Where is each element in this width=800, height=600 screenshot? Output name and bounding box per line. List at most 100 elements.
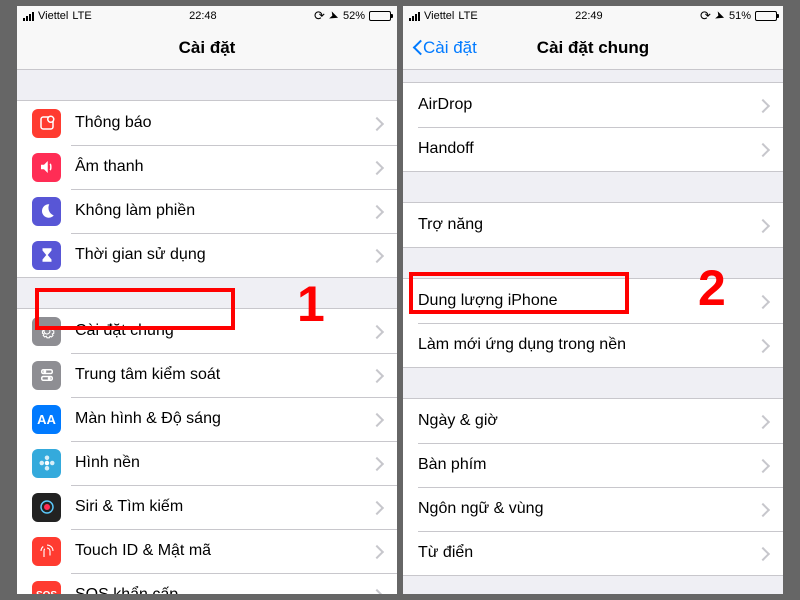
back-label: Cài đặt (423, 38, 477, 58)
fingerprint-icon (32, 537, 61, 566)
row-display[interactable]: AA Màn hình & Độ sáng (17, 397, 397, 441)
phone-left: Viettel LTE 22:48 ⟳ ➤ 52% Cài đặt Thông … (17, 6, 397, 594)
row-label: Ngôn ngữ & vùng (418, 500, 760, 518)
sound-icon (32, 153, 61, 182)
carrier-label: Viettel (38, 10, 68, 22)
chevron-right-icon (760, 143, 768, 156)
status-bar: Viettel LTE 22:49 ⟳ ➤ 51% (403, 6, 783, 26)
row-date-time[interactable]: Ngày & giờ (403, 399, 783, 443)
composite-frame: Viettel LTE 22:48 ⟳ ➤ 52% Cài đặt Thông … (0, 0, 800, 600)
row-iphone-storage[interactable]: Dung lượng iPhone (403, 279, 783, 323)
orientation-lock-icon: ⟳ (700, 8, 711, 24)
row-label: Touch ID & Mật mã (75, 542, 374, 560)
row-label: Từ điển (418, 544, 760, 562)
row-general[interactable]: Cài đặt chung (17, 309, 397, 353)
location-icon: ➤ (713, 8, 727, 25)
general-group-1: AirDrop Handoff (403, 82, 783, 172)
orientation-lock-icon: ⟳ (314, 8, 325, 24)
row-wallpaper[interactable]: Hình nền (17, 441, 397, 485)
row-label: SOS khẩn cấp (75, 586, 374, 594)
signal-icon (409, 11, 420, 21)
general-group-4: Ngày & giờ Bàn phím Ngôn ngữ & vùng Từ đ… (403, 398, 783, 576)
chevron-right-icon (374, 589, 382, 595)
hourglass-icon (32, 241, 61, 270)
row-label: Âm thanh (75, 158, 374, 176)
row-keyboard[interactable]: Bàn phím (403, 443, 783, 487)
row-label: Siri & Tìm kiếm (75, 498, 374, 516)
back-button[interactable]: Cài đặt (411, 38, 477, 58)
chevron-right-icon (374, 369, 382, 382)
network-label: LTE (72, 10, 91, 22)
row-label: Cài đặt chung (75, 322, 374, 340)
battery-icon (755, 11, 777, 21)
chevron-right-icon (374, 545, 382, 558)
page-title: Cài đặt chung (537, 38, 649, 58)
location-icon: ➤ (327, 8, 341, 25)
nav-header: Cài đặt Cài đặt chung (403, 26, 783, 70)
status-bar: Viettel LTE 22:48 ⟳ ➤ 52% (17, 6, 397, 26)
step-number-2: 2 (698, 259, 726, 317)
general-group-2: Trợ năng (403, 202, 783, 248)
row-accessibility[interactable]: Trợ năng (403, 203, 783, 247)
chevron-right-icon (374, 249, 382, 262)
row-siri[interactable]: Siri & Tìm kiếm (17, 485, 397, 529)
chevron-right-icon (760, 415, 768, 428)
row-label: Không làm phiền (75, 202, 374, 220)
row-airdrop[interactable]: AirDrop (403, 83, 783, 127)
row-label: Hình nền (75, 454, 374, 472)
signal-icon (23, 11, 34, 21)
chevron-right-icon (374, 205, 382, 218)
row-screentime[interactable]: Thời gian sử dụng (17, 233, 397, 277)
row-handoff[interactable]: Handoff (403, 127, 783, 171)
general-group-3: Dung lượng iPhone Làm mới ứng dụng trong… (403, 278, 783, 368)
text-size-icon: AA (32, 405, 61, 434)
notification-icon (32, 109, 61, 138)
row-label: AirDrop (418, 96, 760, 114)
chevron-right-icon (760, 295, 768, 308)
row-label: Bàn phím (418, 456, 760, 474)
row-label: Làm mới ứng dụng trong nền (418, 336, 760, 354)
row-background-refresh[interactable]: Làm mới ứng dụng trong nền (403, 323, 783, 367)
chevron-right-icon (760, 459, 768, 472)
row-label: Thông báo (75, 114, 374, 132)
battery-pct: 52% (343, 10, 365, 22)
nav-header: Cài đặt (17, 26, 397, 70)
row-sos[interactable]: SOS SOS khẩn cấp (17, 573, 397, 594)
battery-pct: 51% (729, 10, 751, 22)
switches-icon (32, 361, 61, 390)
row-control-center[interactable]: Trung tâm kiểm soát (17, 353, 397, 397)
settings-group-1: Thông báo Âm thanh Không làm phiền Thời … (17, 100, 397, 278)
chevron-left-icon (411, 39, 421, 56)
row-notifications[interactable]: Thông báo (17, 101, 397, 145)
carrier-label: Viettel (424, 10, 454, 22)
clock: 22:48 (189, 10, 217, 22)
row-label: Trợ năng (418, 216, 760, 234)
row-label: Trung tâm kiểm soát (75, 366, 374, 384)
clock: 22:49 (575, 10, 603, 22)
row-sounds[interactable]: Âm thanh (17, 145, 397, 189)
page-title: Cài đặt (179, 38, 236, 58)
chevron-right-icon (374, 457, 382, 470)
moon-icon (32, 197, 61, 226)
chevron-right-icon (374, 413, 382, 426)
chevron-right-icon (374, 325, 382, 338)
siri-icon (32, 493, 61, 522)
row-dnd[interactable]: Không làm phiền (17, 189, 397, 233)
chevron-right-icon (760, 503, 768, 516)
chevron-right-icon (760, 339, 768, 352)
flower-icon (32, 449, 61, 478)
chevron-right-icon (760, 219, 768, 232)
chevron-right-icon (760, 99, 768, 112)
gear-icon (32, 317, 61, 346)
chevron-right-icon (374, 117, 382, 130)
chevron-right-icon (374, 161, 382, 174)
row-label: Handoff (418, 140, 760, 158)
row-touchid[interactable]: Touch ID & Mật mã (17, 529, 397, 573)
battery-icon (369, 11, 391, 21)
chevron-right-icon (760, 547, 768, 560)
row-dictionary[interactable]: Từ điển (403, 531, 783, 575)
step-number-1: 1 (297, 275, 325, 333)
row-language-region[interactable]: Ngôn ngữ & vùng (403, 487, 783, 531)
settings-group-2: Cài đặt chung Trung tâm kiểm soát AA Màn… (17, 308, 397, 594)
network-label: LTE (458, 10, 477, 22)
